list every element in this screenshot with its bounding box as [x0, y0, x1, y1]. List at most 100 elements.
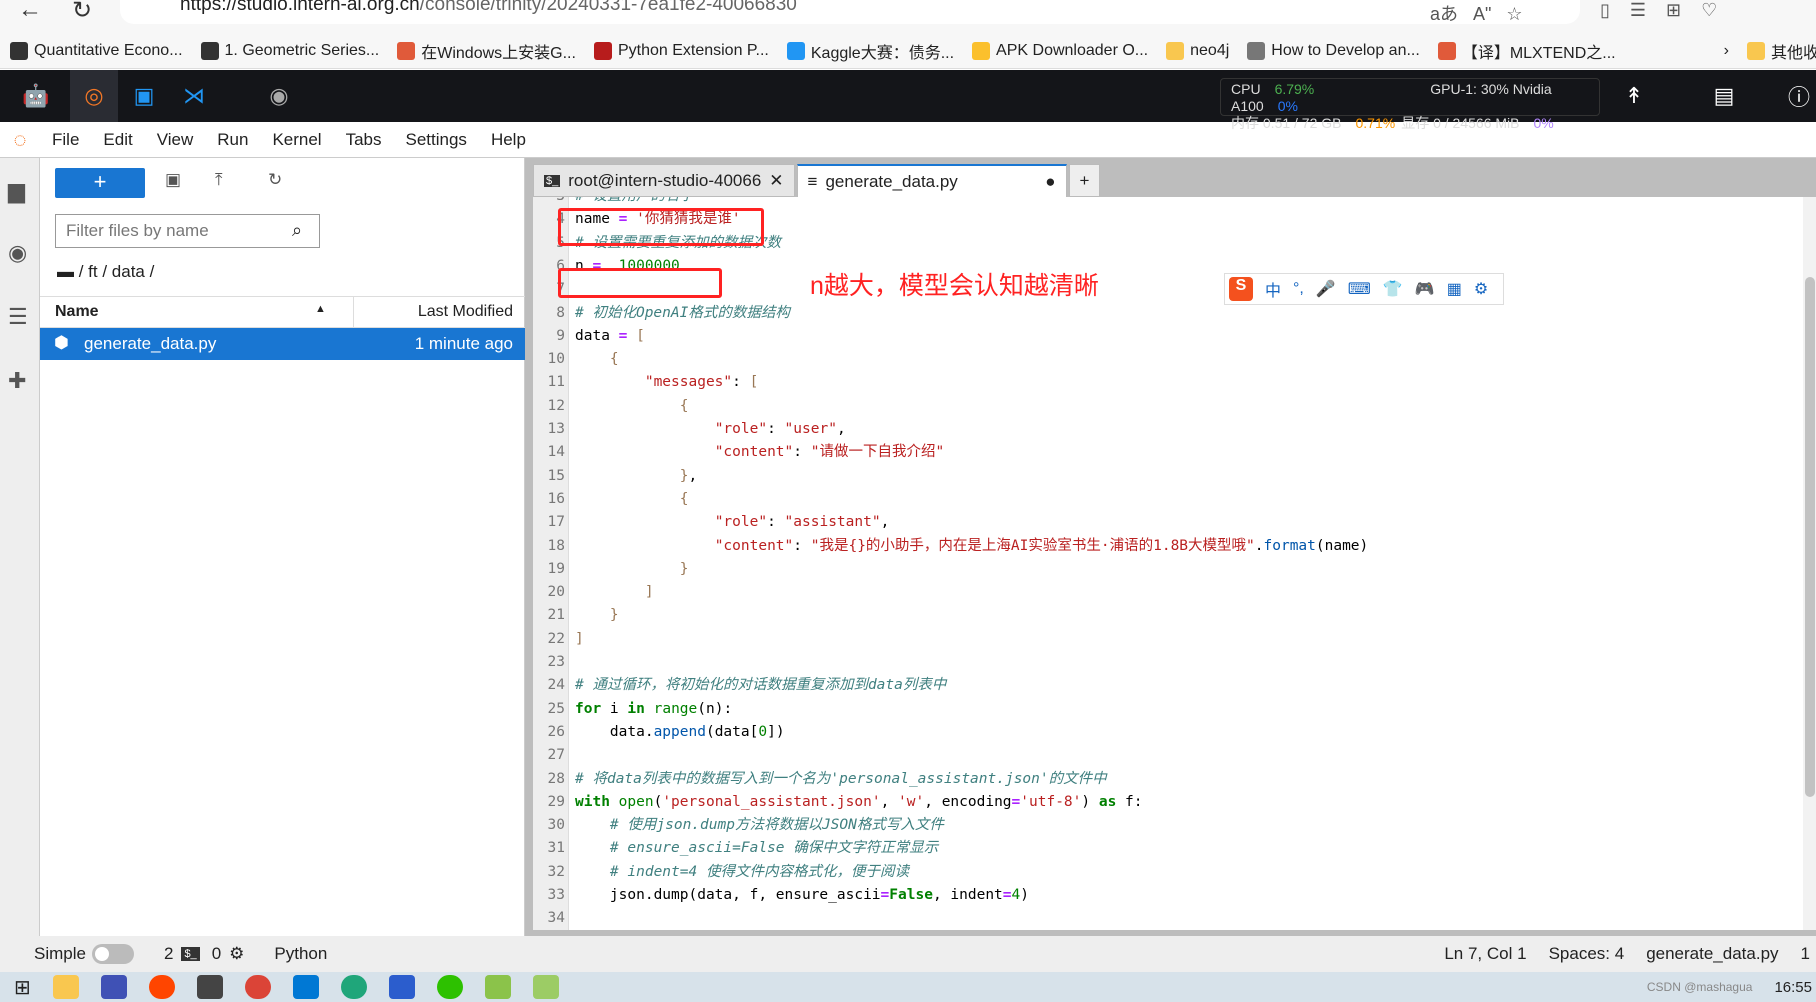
app-icon[interactable]	[196, 975, 223, 999]
ime-button[interactable]: °,	[1293, 280, 1304, 298]
add-tab-button[interactable]: +	[1068, 164, 1101, 197]
menu-file[interactable]: File	[40, 130, 91, 150]
windows-start-icon[interactable]: ⊞	[14, 975, 31, 1000]
terminal-count[interactable]: 2	[164, 944, 173, 964]
menu-help[interactable]: Help	[479, 130, 538, 150]
refresh-icon[interactable]: ↻	[72, 0, 92, 25]
code-icon[interactable]: ▣	[120, 70, 168, 122]
tab-generate-data[interactable]: ≡ generate_data.py ●	[796, 164, 1067, 197]
tab-label: generate_data.py	[825, 171, 958, 191]
bookmark-item[interactable]: Quantitative Econo...	[10, 41, 183, 60]
file-list-header: Name ▲ Last Modified	[40, 296, 525, 328]
edge-icon[interactable]	[340, 975, 367, 999]
read-aloud-icon[interactable]: aあ A" ☆	[1430, 0, 1523, 26]
bookmark-item[interactable]: Python Extension P...	[593, 41, 769, 60]
menu-view[interactable]: View	[145, 130, 206, 150]
menu-tabs[interactable]: Tabs	[334, 130, 394, 150]
notepad-icon[interactable]	[532, 975, 559, 999]
bookmark-item[interactable]: 【译】MLXTEND之...	[1437, 39, 1616, 63]
info-icon[interactable]: ⓘ	[1775, 70, 1816, 122]
code-token: range	[653, 700, 698, 717]
tensorflow-icon[interactable]: ↟	[1610, 70, 1658, 122]
bookmark-item[interactable]: 在Windows上安装G...	[397, 39, 576, 63]
running-icon[interactable]: ◉	[8, 240, 27, 266]
code-editor[interactable]: 3# 设置用户的名字4name = '你猜猜我是谁'5# 设置需要重复添加的数据…	[533, 197, 1816, 930]
intern-logo-icon[interactable]: 🤖	[12, 70, 60, 122]
code-token: open	[618, 793, 654, 810]
extension-icon[interactable]: ✚	[8, 368, 26, 394]
ime-button[interactable]: 中	[1265, 277, 1281, 301]
code-token: (name)	[1315, 537, 1369, 554]
unsaved-dot-icon[interactable]: ●	[1045, 172, 1055, 192]
line-number: 16	[547, 490, 565, 507]
simple-mode-toggle[interactable]	[91, 944, 134, 964]
ime-button[interactable]: 🎤	[1316, 279, 1336, 299]
editor-scrollbar[interactable]	[1803, 197, 1816, 930]
code-line: 12 {	[533, 395, 689, 418]
python-file-icon: ⬢	[54, 333, 69, 352]
refresh-files-icon[interactable]: ↻	[268, 170, 282, 190]
clock[interactable]: 16:55	[1774, 979, 1812, 996]
menu-edit[interactable]: Edit	[91, 130, 144, 150]
code-content[interactable]: 3# 设置用户的名字4name = '你猜猜我是谁'5# 设置需要重复添加的数据…	[533, 197, 1793, 930]
compass-icon[interactable]: ◉	[255, 70, 303, 122]
column-last-modified[interactable]: Last Modified	[418, 303, 513, 321]
ime-button[interactable]: ⌨	[1348, 279, 1371, 299]
ime-button[interactable]: 👕	[1383, 279, 1403, 299]
bookmark-icon	[1166, 41, 1185, 60]
bookmark-item[interactable]: 1. Geometric Series...	[200, 41, 379, 60]
toc-icon[interactable]: ☰	[8, 304, 28, 330]
explorer-icon[interactable]	[52, 975, 79, 999]
code-token: :	[732, 374, 750, 391]
menu-kernel[interactable]: Kernel	[260, 130, 333, 150]
outlook-icon[interactable]	[292, 975, 319, 999]
reddit-icon[interactable]	[148, 975, 175, 999]
bookmark-item[interactable]: How to Develop an...	[1247, 41, 1420, 60]
menu-run[interactable]: Run	[205, 130, 260, 150]
line-number: 19	[547, 560, 565, 577]
code-token: (n):	[697, 700, 733, 717]
language-label[interactable]: Python	[274, 944, 327, 964]
code-line: 18 "content": "我是{}的小助手，内在是上海AI实验室书生·浦语的…	[533, 535, 1369, 558]
powershell-icon[interactable]	[388, 975, 415, 999]
close-icon[interactable]: ✕	[769, 171, 783, 191]
bookmark-label: neo4j	[1190, 41, 1230, 59]
ime-button[interactable]: ⚙	[1474, 279, 1488, 299]
upload-icon[interactable]: ⤒	[215, 170, 223, 190]
jupyter-icon[interactable]: ◎	[70, 70, 118, 122]
url-field[interactable]: https://studio.intern-ai.org.cn/console/…	[120, 0, 1580, 24]
code-token: 0	[758, 723, 768, 740]
line-number: 18	[547, 537, 565, 554]
bookmark-item[interactable]: neo4j	[1166, 41, 1230, 60]
filter-files-input[interactable]: Filter files by name	[55, 214, 320, 248]
more-bookmarks-icon[interactable]: ›	[1724, 42, 1729, 60]
bookmark-item[interactable]: 其他收藏	[1746, 39, 1816, 63]
bookmark-item[interactable]: APK Downloader O...	[972, 41, 1148, 60]
kernel-count[interactable]: 0	[212, 944, 221, 964]
back-icon[interactable]: ←	[18, 0, 42, 24]
browser-toolbar-icons[interactable]: ▯ ☰ ⊞ ♡	[1600, 0, 1717, 21]
chrome-icon[interactable]	[244, 975, 271, 999]
indent-setting[interactable]: Spaces: 4	[1549, 944, 1625, 964]
vscode-icon[interactable]: ⋊	[170, 70, 218, 122]
folder-icon[interactable]: ▆	[8, 178, 25, 204]
app-icon[interactable]	[484, 975, 511, 999]
column-name[interactable]: Name	[55, 303, 99, 321]
tab-terminal[interactable]: $_ root@intern-studio-40066 ✕	[533, 164, 795, 197]
monitor-icon[interactable]: ▤	[1700, 70, 1748, 122]
ime-button[interactable]: ▦	[1447, 279, 1462, 299]
breadcrumb-path: / ft / data /	[78, 262, 155, 281]
new-launcher-button[interactable]: +	[55, 168, 145, 198]
wechat-icon[interactable]	[436, 975, 463, 999]
menu-settings[interactable]: Settings	[394, 130, 479, 150]
file-row[interactable]: ⬢ generate_data.py 1 minute ago	[40, 328, 525, 360]
breadcrumb[interactable]: ▬ / ft / data /	[57, 262, 154, 282]
ime-button[interactable]: 🎮	[1415, 279, 1435, 299]
code-line: 22]	[533, 628, 584, 651]
cursor-position[interactable]: Ln 7, Col 1	[1444, 944, 1526, 964]
bookmark-item[interactable]: Kaggle大赛：债务...	[786, 39, 954, 63]
new-folder-icon[interactable]: ▣	[165, 170, 181, 190]
tab-label: root@intern-studio-40066	[568, 170, 762, 190]
app-icon[interactable]	[100, 975, 127, 999]
